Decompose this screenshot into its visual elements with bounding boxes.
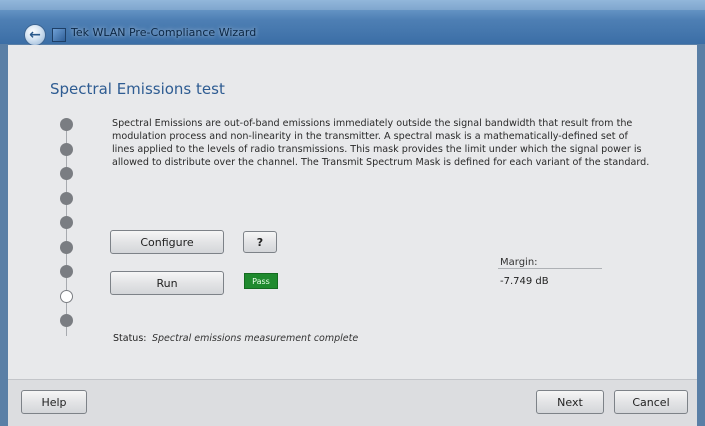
status-text: Spectral emissions measurement complete (152, 333, 359, 344)
question-help-button[interactable]: ? (243, 231, 277, 253)
margin-value: -7.749 dB (500, 276, 549, 287)
title-bar: ← Tek WLAN Pre-Compliance Wizard (0, 0, 705, 46)
step-indicator-6 (60, 240, 73, 254)
step-indicator-5 (60, 216, 73, 229)
step-indicator-8 (60, 289, 73, 303)
title-bar-highlight (0, 0, 705, 10)
window-title: Tek WLAN Pre-Compliance Wizard (71, 26, 257, 39)
cancel-button[interactable]: Cancel (614, 390, 688, 414)
app-icon (52, 28, 66, 42)
pass-badge: Pass (244, 273, 278, 289)
step-progress-line (66, 124, 67, 336)
page-title: Spectral Emissions test (50, 80, 225, 98)
next-button[interactable]: Next (536, 390, 604, 414)
help-button[interactable]: Help (21, 390, 87, 414)
status-label: Status: (113, 333, 147, 344)
step-indicator-4 (60, 191, 73, 205)
step-indicator-2 (60, 142, 73, 156)
test-description: Spectral Emissions are out-of-band emiss… (112, 118, 650, 168)
margin-divider (498, 268, 602, 269)
step-indicator-9 (60, 314, 73, 327)
configure-button[interactable]: Configure (110, 230, 224, 254)
run-button[interactable]: Run (110, 271, 224, 295)
margin-label: Margin: (500, 257, 538, 268)
step-indicator-7 (60, 265, 73, 278)
step-indicator-3 (60, 167, 73, 180)
step-indicator-1 (60, 118, 73, 131)
back-arrow-icon[interactable]: ← (24, 24, 46, 46)
